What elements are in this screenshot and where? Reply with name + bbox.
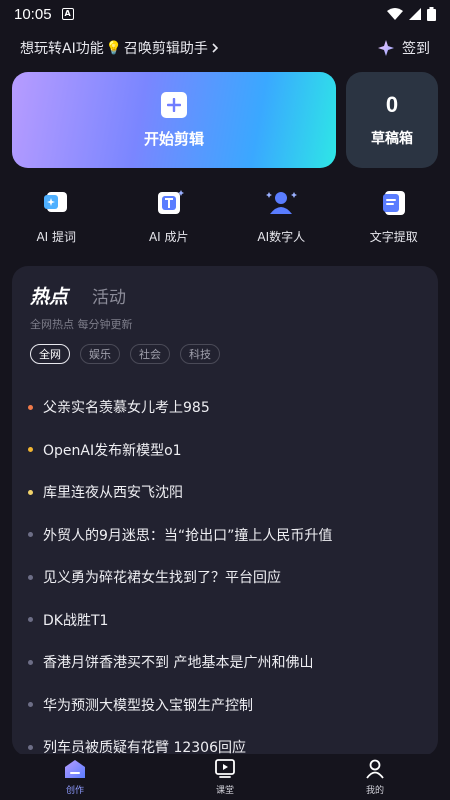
bottom-nav: 创作 课堂 我的 [0, 754, 450, 800]
list-item[interactable]: DK战胜T1 [24, 599, 426, 642]
chip-tech[interactable]: 科技 [180, 344, 220, 364]
tool-ai-film[interactable]: AI 成片 [113, 188, 226, 248]
status-time: 10:05 [14, 5, 52, 23]
nav-profile[interactable]: 我的 [300, 754, 450, 800]
hot-subtitle: 全网热点 每分钟更新 [30, 318, 133, 331]
hot-topics-panel: 热点 活动 全网热点 每分钟更新 全网 娱乐 社会 科技 父亲实名羡慕女儿考上9… [12, 266, 438, 756]
list-item[interactable]: 父亲实名羡慕女儿考上985 [24, 386, 426, 429]
rank-dot [28, 447, 33, 453]
hot-news-list: 父亲实名羡慕女儿考上985 OpenAI发布新模型o1 库里连夜从西安飞沈阳 外… [24, 386, 426, 756]
news-title: 见义勇为碎花裙女生找到了？平台回应 [43, 570, 281, 587]
list-item[interactable]: 列车员被质疑有花臂 12306回应 [24, 726, 426, 756]
nav-classroom[interactable]: 课堂 [150, 754, 300, 800]
list-item[interactable]: 库里连夜从西安飞沈阳 [24, 471, 426, 514]
list-item[interactable]: 香港月饼香港买不到 产地基本是广州和佛山 [24, 641, 426, 684]
rank-dot [28, 617, 33, 623]
rank-dot [28, 532, 33, 538]
chip-entertainment[interactable]: 娱乐 [80, 344, 120, 364]
text-extract-icon [382, 191, 405, 215]
signin-label: 签到 [402, 41, 430, 57]
tab-hot[interactable]: 热点 [30, 282, 68, 309]
nav-create-label: 创作 [65, 785, 84, 796]
news-title: OpenAI发布新模型o1 [43, 442, 182, 459]
rank-dot [28, 744, 33, 750]
list-item[interactable]: 华为预测大模型投入宝钢生产控制 [24, 684, 426, 727]
drafts-button[interactable]: 0 草稿箱 [346, 72, 438, 168]
tool-ai-prompt-label: AI 提词 [36, 230, 77, 244]
ai-tools-row: AI 提词 AI 成片 AI数字人 文字提取 [0, 188, 450, 248]
tool-ai-avatar[interactable]: AI数字人 [225, 188, 338, 248]
create-icon [65, 759, 85, 778]
nav-profile-label: 我的 [365, 785, 384, 796]
promo-text: 想玩转AI功能 [20, 41, 104, 57]
tab-activity[interactable]: 活动 [92, 283, 126, 308]
nav-create[interactable]: 创作 [0, 754, 150, 800]
list-item[interactable]: OpenAI发布新模型o1 [24, 429, 426, 472]
tool-ai-prompt[interactable]: AI 提词 [0, 188, 113, 248]
status-icons [387, 7, 436, 21]
news-title: 香港月饼香港买不到 产地基本是广州和佛山 [43, 655, 314, 672]
battery-icon [427, 7, 436, 21]
start-editing-button[interactable]: 开始剪辑 [12, 72, 336, 168]
rank-dot [28, 404, 33, 410]
hot-tabs: 热点 活动 [30, 282, 126, 309]
sparkle-icon [378, 40, 394, 56]
rank-dot [28, 659, 33, 665]
classroom-icon [215, 758, 235, 778]
category-chips: 全网 娱乐 社会 科技 [30, 344, 220, 364]
ai-prompt-icon [44, 192, 68, 212]
plus-icon [161, 91, 187, 118]
tool-text-extract[interactable]: 文字提取 [338, 188, 450, 248]
news-title: DK战胜T1 [43, 612, 109, 629]
drafts-count: 0 [385, 92, 399, 117]
list-item[interactable]: 见义勇为碎花裙女生找到了？平台回应 [24, 556, 426, 599]
signin-button[interactable]: 签到 [378, 38, 430, 58]
signal-icon [409, 8, 421, 20]
rank-dot [28, 702, 33, 708]
chip-society[interactable]: 社会 [130, 344, 170, 364]
drafts-label: 草稿箱 [371, 131, 413, 147]
nav-classroom-label: 课堂 [215, 785, 234, 796]
top-row: 想玩转AI功能 💡 召唤剪辑助手 签到 [20, 36, 430, 60]
wifi-icon [387, 8, 403, 20]
bulb-icon: 💡 [105, 40, 122, 56]
rank-dot [28, 574, 33, 580]
profile-icon [366, 759, 384, 779]
promo-action: 召唤剪辑助手 [123, 41, 208, 57]
ai-avatar-icon [266, 192, 298, 214]
status-bar: 10:05 A [0, 0, 450, 28]
tool-text-extract-label: 文字提取 [369, 230, 418, 244]
tool-ai-avatar-label: AI数字人 [257, 230, 306, 244]
list-item[interactable]: 外贸人的9月迷思：当“抢出口”撞上人民币升值 [24, 514, 426, 557]
tool-ai-film-label: AI 成片 [148, 230, 189, 244]
news-title: 外贸人的9月迷思：当“抢出口”撞上人民币升值 [43, 527, 333, 544]
chip-all[interactable]: 全网 [30, 344, 70, 364]
news-title: 库里连夜从西安飞沈阳 [43, 485, 183, 502]
chevron-right-icon [212, 43, 219, 53]
rank-dot [28, 489, 33, 495]
assistant-promo-link[interactable]: 想玩转AI功能 💡 召唤剪辑助手 [20, 38, 220, 58]
news-title: 华为预测大模型投入宝钢生产控制 [43, 697, 253, 714]
news-title: 父亲实名羡慕女儿考上985 [43, 400, 210, 417]
start-editing-label: 开始剪辑 [143, 129, 204, 148]
ai-film-icon [157, 190, 184, 214]
a-icon: A [61, 8, 74, 20]
